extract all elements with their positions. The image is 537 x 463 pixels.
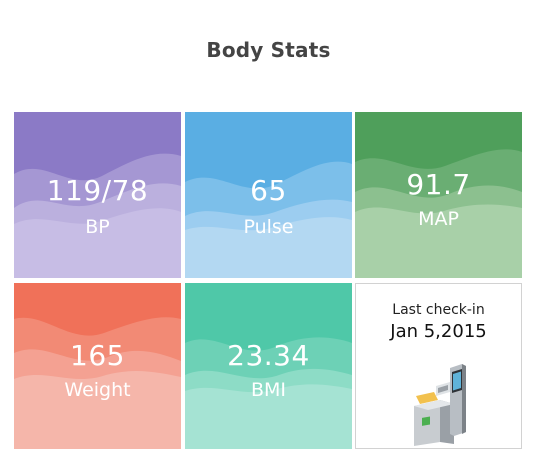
last-checkin-date: Jan 5,2015: [390, 321, 487, 342]
bmi-label: BMI: [250, 379, 287, 401]
kiosk-icon: [414, 364, 466, 446]
weight-value: 165: [70, 339, 125, 372]
bp-tile[interactable]: 119/78 BP: [14, 112, 181, 278]
bmi-tile[interactable]: 23.34 BMI: [185, 283, 352, 449]
map-value: 91.7: [406, 168, 471, 201]
map-label: MAP: [418, 208, 459, 230]
page-title: Body Stats: [206, 38, 331, 62]
last-checkin-label: Last check-in: [392, 302, 485, 318]
weight-label: Weight: [64, 379, 131, 401]
pulse-tile[interactable]: 65 Pulse: [185, 112, 352, 278]
map-tile[interactable]: 91.7 MAP: [355, 112, 522, 278]
bmi-value: 23.34: [227, 339, 310, 372]
weight-tile[interactable]: 165 Weight: [14, 283, 181, 449]
last-checkin-tile[interactable]: Last check-in Jan 5,2015: [355, 283, 522, 449]
bp-value: 119/78: [46, 174, 149, 207]
pulse-value: 65: [250, 174, 287, 207]
pulse-label: Pulse: [243, 216, 294, 238]
bp-label: BP: [85, 216, 110, 238]
